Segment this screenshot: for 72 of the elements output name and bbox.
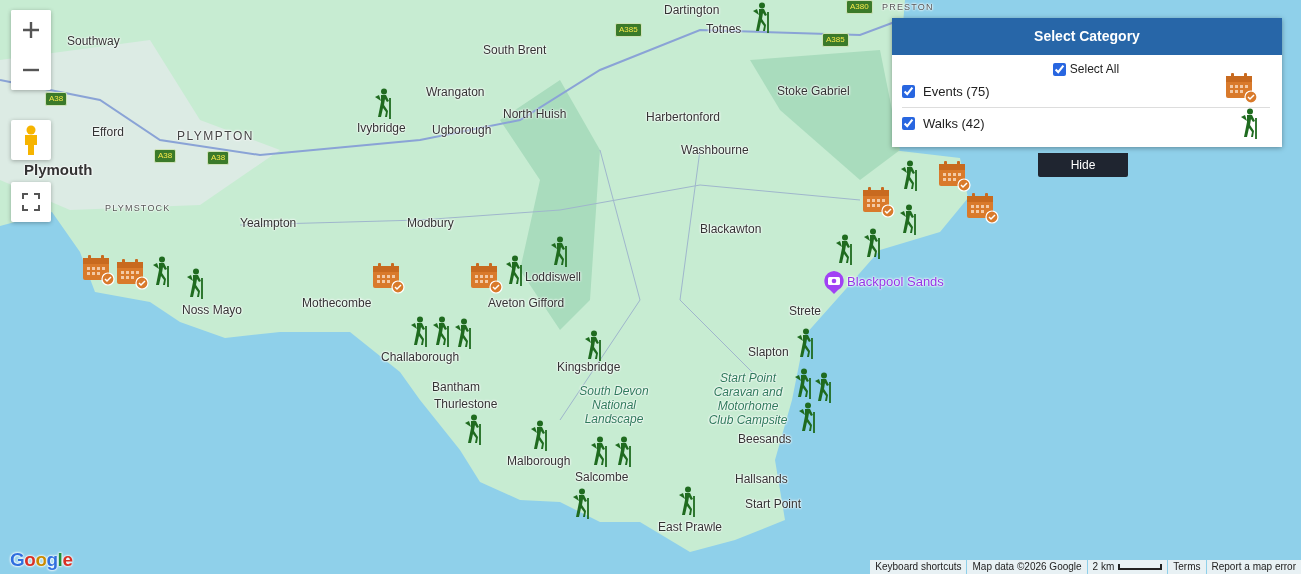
road-number-label: A38 (45, 92, 68, 106)
calendar-marker-icon[interactable] (938, 160, 971, 192)
place-label: Stoke Gabriel (777, 84, 850, 98)
place-label: Efford (92, 125, 124, 139)
district-label: PLYMPTON (177, 129, 254, 143)
road-number-label: A38 (154, 149, 177, 163)
place-label: Harbertonford (646, 110, 721, 124)
place-label: Ivybridge (357, 121, 406, 135)
place-label: East Prawle (658, 520, 723, 534)
keyboard-shortcuts-link[interactable]: Keyboard shortcuts (870, 560, 967, 574)
calendar-marker-icon[interactable] (470, 262, 503, 294)
area-label: South Devon National Landscape (578, 384, 650, 426)
minus-icon (22, 68, 40, 72)
road-number-label: A38 (207, 151, 230, 165)
place-label: Malborough (507, 454, 571, 468)
zoom-in-button[interactable] (11, 10, 51, 50)
category-checkbox[interactable] (902, 85, 915, 98)
scale-indicator[interactable]: 2 km (1087, 560, 1168, 574)
place-label: Washbourne (681, 143, 749, 157)
calendar-marker-icon[interactable] (116, 258, 149, 290)
place-label: Thurlestone (434, 397, 498, 411)
place-label: Wrangaton (426, 85, 485, 99)
calendar-marker-icon[interactable] (862, 186, 895, 218)
category-label: Walks (42) (923, 116, 985, 131)
fullscreen-button[interactable] (11, 182, 51, 222)
select-all-label: Select All (1069, 62, 1120, 76)
place-label: Yealmpton (240, 216, 297, 230)
place-label: Southway (67, 34, 120, 48)
place-label: Ugborough (432, 123, 492, 137)
place-label: Noss Mayo (182, 303, 243, 317)
calendar-icon (1225, 71, 1258, 104)
calendar-marker-icon[interactable] (372, 262, 405, 294)
road-number-label: A385 (822, 33, 849, 47)
select-all-checkbox[interactable] (1052, 62, 1066, 76)
place-label: North Huish (503, 107, 567, 121)
place-label: Start Point (745, 497, 802, 511)
place-label: Aveton Gifford (488, 296, 565, 310)
place-label: Blackawton (700, 222, 762, 236)
place-label: Beesands (738, 432, 792, 446)
place-label: Mothecombe (302, 296, 372, 310)
road-number-label: A385 (615, 23, 642, 37)
place-label: Dartington (664, 3, 720, 17)
place-label: South Brent (483, 43, 547, 57)
calendar-marker-icon[interactable] (966, 192, 999, 224)
camera-pin-icon[interactable] (823, 270, 845, 294)
place-label: Bantham (432, 380, 481, 394)
place-label: Kingsbridge (557, 360, 621, 374)
plus-icon (22, 21, 40, 39)
calendar-marker-icon[interactable] (82, 254, 115, 286)
category-label: Events (75) (923, 84, 990, 99)
area-label: Start Point Caravan and Motorhome Club Campsite (707, 371, 789, 427)
category-checkbox[interactable] (902, 117, 915, 130)
district-label: PRESTON (882, 1, 934, 14)
place-label: Totnes (706, 22, 742, 36)
district-label: PLYMSTOCK (105, 202, 171, 215)
place-label: Slapton (748, 345, 789, 359)
place-label: Loddiswell (525, 270, 582, 284)
place-label: Hallsands (735, 472, 788, 486)
place-label: Challaborough (381, 350, 460, 364)
road-number-label: A380 (846, 0, 873, 14)
person-icon (23, 125, 39, 155)
report-map-error-link[interactable]: Report a map error (1206, 560, 1301, 574)
hide-button[interactable]: Hide (1038, 153, 1128, 177)
place-label: Modbury (407, 216, 454, 230)
city-label: Plymouth (24, 161, 93, 178)
panel-header: Select Category (892, 18, 1282, 55)
terms-link[interactable]: Terms (1168, 560, 1206, 574)
google-logo: Google (10, 549, 73, 571)
place-label: Salcombe (575, 470, 629, 484)
place-label: Strete (789, 304, 821, 318)
fullscreen-icon (22, 193, 40, 211)
map-data-text: Map data ©2026 Google (967, 560, 1087, 574)
